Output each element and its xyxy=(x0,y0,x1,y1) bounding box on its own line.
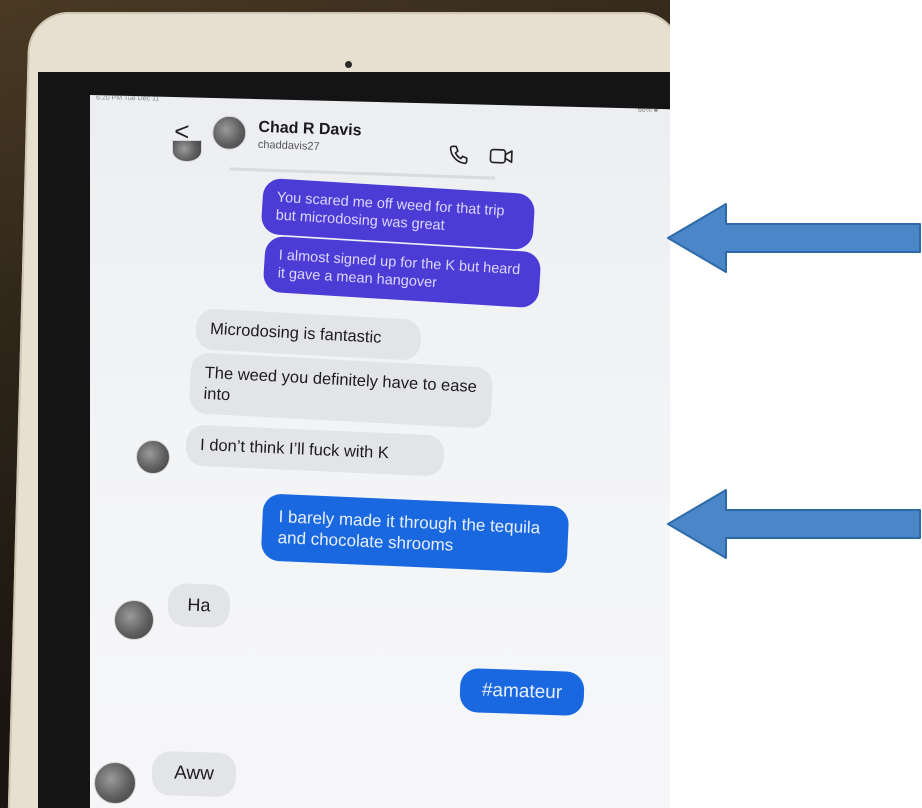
contact-avatar[interactable] xyxy=(211,115,247,151)
front-camera xyxy=(345,61,352,68)
message-bubble-incoming[interactable]: Aww xyxy=(151,750,237,797)
video-camera-icon[interactable] xyxy=(489,147,514,166)
phone-icon[interactable] xyxy=(447,143,470,166)
contact-avatar[interactable] xyxy=(94,762,136,804)
contact-handle: chaddavis27 xyxy=(257,138,320,153)
contact-name[interactable]: Chad R Davis xyxy=(258,119,362,141)
message-bubble-outgoing[interactable]: I barely made it through the tequila and… xyxy=(260,493,570,574)
contact-avatar[interactable] xyxy=(136,440,170,474)
message-bubble-outgoing[interactable]: #amateur xyxy=(459,667,585,716)
arrow-left-icon xyxy=(667,489,921,559)
previous-message-avatar xyxy=(172,140,202,162)
message-bubble-incoming[interactable]: Ha xyxy=(167,582,231,628)
photo-background: 6:20 PM Tue Dec 11 66% ■ < Chad R Davis … xyxy=(0,0,670,808)
contact-avatar[interactable] xyxy=(114,600,154,640)
arrow-left-icon xyxy=(667,203,921,273)
